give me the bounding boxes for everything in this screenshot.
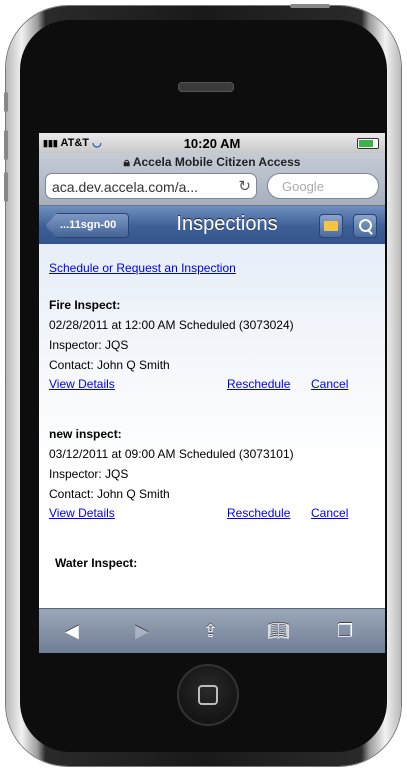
inspection-actions: View Details Reschedule Cancel	[49, 506, 375, 520]
back-button[interactable]: ...11sgn-00	[45, 213, 129, 238]
view-details-link[interactable]: View Details	[49, 506, 115, 520]
cancel-link[interactable]: Cancel	[311, 377, 348, 391]
url-field[interactable]: aca.dev.accela.com/a... ↻	[45, 173, 257, 199]
folder-icon[interactable]	[319, 214, 343, 238]
home-button[interactable]	[177, 664, 239, 726]
browser-address-bar: 🔒︎ Accela Mobile Citizen Access aca.dev.…	[39, 153, 385, 206]
browser-toolbar: ◀ ▶ ⇪ 📖︎ ❐	[39, 608, 385, 653]
inspection-inspector: Inspector: JQS	[49, 467, 129, 481]
reschedule-link[interactable]: Reschedule	[227, 506, 290, 520]
mute-switch	[4, 92, 8, 112]
bookmarks-icon[interactable]: 📖︎	[267, 621, 290, 642]
inspections-content: Schedule or Request an Inspection Fire I…	[39, 244, 385, 608]
volume-up-button	[4, 130, 8, 160]
forward-arrow-icon[interactable]: ▶	[135, 621, 149, 642]
inspection-name: Water Inspect:	[55, 556, 138, 570]
app-nav-bar: ...11sgn-00 Inspections	[39, 206, 385, 245]
schedule-inspection-link[interactable]: Schedule or Request an Inspection	[49, 261, 236, 275]
lock-icon: 🔒︎	[123, 155, 130, 169]
back-arrow-icon[interactable]: ◀	[65, 621, 79, 642]
inspection-schedule: 02/28/2011 at 12:00 AM Scheduled (307302…	[49, 318, 294, 332]
pages-icon[interactable]: ❐	[337, 621, 353, 642]
inspection-contact: Contact: John Q Smith	[49, 358, 170, 372]
earpiece-speaker	[178, 82, 234, 92]
inspection-inspector: Inspector: JQS	[49, 338, 129, 352]
volume-down-button	[4, 172, 8, 202]
search-icon[interactable]	[353, 214, 377, 238]
inspection-name: new inspect:	[49, 427, 122, 441]
inspection-schedule: 03/12/2011 at 09:00 AM Scheduled (307310…	[49, 447, 294, 461]
view-details-link[interactable]: View Details	[49, 377, 115, 391]
inspection-item: Water Inspect:	[55, 556, 381, 570]
inspection-name: Fire Inspect:	[49, 298, 121, 312]
nav-title: Inspections	[176, 213, 278, 235]
inspection-item: Fire Inspect: 02/28/2011 at 12:00 AM Sch…	[49, 298, 375, 391]
search-field[interactable]: Google	[267, 173, 379, 199]
cancel-link[interactable]: Cancel	[311, 506, 348, 520]
phone-screen: ▮▮▮ AT&T ◡ 10:20 AM 🔒︎ Accela Mobile Cit…	[39, 133, 385, 653]
share-icon[interactable]: ⇪	[203, 621, 218, 642]
sleep-button	[290, 4, 330, 8]
home-square-icon	[198, 685, 218, 705]
page-title: 🔒︎ Accela Mobile Citizen Access	[39, 155, 385, 170]
url-text: aca.dev.accela.com/a...	[52, 179, 199, 195]
status-bar: ▮▮▮ AT&T ◡ 10:20 AM	[39, 133, 385, 153]
inspection-contact: Contact: John Q Smith	[49, 487, 170, 501]
clock: 10:20 AM	[183, 136, 241, 151]
page-title-text: Accela Mobile Citizen Access	[132, 155, 301, 169]
reload-icon[interactable]: ↻	[238, 177, 251, 195]
inspection-actions: View Details Reschedule Cancel	[49, 377, 375, 391]
reschedule-link[interactable]: Reschedule	[227, 377, 290, 391]
inspection-item: new inspect: 03/12/2011 at 09:00 AM Sche…	[49, 427, 375, 520]
battery-icon	[357, 138, 379, 149]
